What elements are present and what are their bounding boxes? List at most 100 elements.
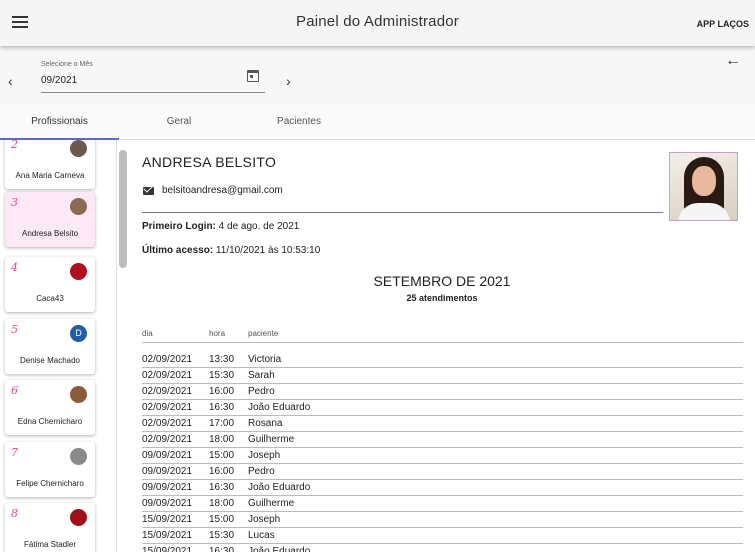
cell-paciente: Lucas [248, 530, 275, 541]
card-number: 2 [11, 140, 18, 151]
professional-card[interactable]: 3 Andresa Belsito [5, 192, 95, 247]
month-toolbar: ‹ Selecione o Mês 09/2021 › ← [0, 46, 755, 104]
app-bar: Painel do Administrador APP LAÇOS [0, 0, 755, 46]
cell-dia: 15/09/2021 [142, 546, 193, 552]
cell-hora: 16:30 [209, 402, 235, 413]
cell-hora: 17:00 [209, 418, 235, 429]
cell-paciente: João Eduardo [248, 546, 311, 552]
card-name: Andresa Belsito [21, 229, 79, 238]
month-title: SETEMBRO DE 2021 [373, 273, 511, 289]
professional-card[interactable]: 6 Edna Chernicharo [5, 380, 95, 435]
table-row: 15/09/2021 16:30 João Eduardo [142, 544, 743, 552]
card-number: 5 [11, 323, 18, 336]
card-name: Fátima Stadler [23, 540, 77, 549]
back-arrow-icon[interactable]: ← [725, 52, 741, 70]
month-field-label: Selecione o Mês [41, 61, 93, 68]
cell-hora: 18:00 [209, 498, 235, 509]
cell-dia: 02/09/2021 [142, 418, 193, 429]
table-row: 02/09/2021 18:00 Guilherme [142, 432, 743, 448]
table-row: 02/09/2021 16:00 Pedro [142, 384, 743, 400]
table-row: 02/09/2021 13:30 Victoria [142, 352, 743, 368]
last-access-value: 11/10/2021 às 10:53:10 [213, 245, 321, 256]
column-header-paciente: paciente [248, 329, 279, 338]
first-login-label: Primeiro Login: [142, 221, 216, 232]
cell-hora: 15:30 [209, 530, 235, 541]
cell-paciente: Joseph [248, 450, 281, 461]
tab-profissionais[interactable]: Profissionais [0, 104, 119, 140]
cell-dia: 02/09/2021 [142, 370, 193, 381]
table-row: 02/09/2021 16:30 João Eduardo [142, 400, 743, 416]
cell-dia: 02/09/2021 [142, 434, 193, 445]
month-field[interactable]: Selecione o Mês 09/2021 [41, 59, 265, 93]
cell-hora: 15:00 [209, 450, 235, 461]
cell-dia: 02/09/2021 [142, 386, 193, 397]
cell-hora: 15:00 [209, 514, 235, 525]
cell-paciente: Sarah [248, 370, 275, 381]
previous-month-button[interactable]: ‹ [8, 73, 13, 89]
divider [142, 212, 663, 213]
cell-hora: 16:30 [209, 546, 235, 552]
table-header-line [142, 342, 743, 343]
tab-bar: Profissionais Geral Pacientes [0, 104, 755, 140]
card-name: Edna Chernicharo [17, 417, 83, 426]
cell-dia: 09/09/2021 [142, 466, 193, 477]
cell-dia: 09/09/2021 [142, 450, 193, 461]
table-row: 02/09/2021 15:30 Sarah [142, 368, 743, 384]
cell-paciente: Guilherme [248, 434, 295, 445]
avatar [70, 140, 87, 157]
tab-geral[interactable]: Geral [119, 104, 239, 140]
table-row: 09/09/2021 15:00 Joseph [142, 448, 743, 464]
cell-paciente: Pedro [248, 466, 275, 477]
column-header-dia: dia [142, 329, 153, 338]
next-month-button[interactable]: › [286, 73, 291, 89]
professional-card[interactable]: 2 Ana Maria Carneva [5, 140, 95, 189]
appointments-count: 25 atendimentos [406, 293, 478, 303]
avatar [70, 386, 87, 403]
professional-card[interactable]: 4 Caca43 [5, 257, 95, 312]
professional-card[interactable]: 8 Fátima Stadler [5, 503, 95, 552]
cell-paciente: João Eduardo [248, 402, 311, 413]
first-login-value: 4 de ago. de 2021 [215, 221, 300, 232]
card-number: 4 [11, 261, 18, 274]
cell-paciente: Pedro [248, 386, 275, 397]
scrollbar-thumb[interactable] [119, 150, 127, 268]
card-name: Ana Maria Carneva [15, 171, 85, 180]
cell-paciente: Joseph [248, 514, 281, 525]
card-name: Felipe Chernicharo [16, 479, 84, 488]
app-lacos-button[interactable]: APP LAÇOS [697, 19, 749, 29]
last-access-label: Último acesso: [142, 245, 214, 256]
table-row: 15/09/2021 15:00 Joseph [142, 512, 743, 528]
professional-email: belsitoandresa@gmail.com [162, 185, 283, 196]
cell-hora: 18:00 [209, 434, 235, 445]
avatar: D [70, 325, 87, 342]
cell-hora: 16:30 [209, 482, 235, 493]
cell-paciente: Guilherme [248, 498, 295, 509]
table-row: 09/09/2021 16:00 Pedro [142, 464, 743, 480]
professional-name: ANDRESA BELSITO [142, 154, 277, 170]
cell-hora: 16:00 [209, 386, 235, 397]
tab-pacientes[interactable]: Pacientes [239, 104, 359, 140]
professional-card[interactable]: 7 Felipe Chernicharo [5, 442, 95, 497]
table-row: 09/09/2021 16:30 João Eduardo [142, 480, 743, 496]
cell-hora: 15:30 [209, 370, 235, 381]
cell-dia: 15/09/2021 [142, 530, 193, 541]
avatar [70, 198, 87, 215]
page-title: Painel do Administrador [295, 13, 460, 30]
profile-photo [669, 152, 738, 221]
month-field-value[interactable]: 09/2021 [41, 75, 77, 86]
table-row: 09/09/2021 18:00 Guilherme [142, 496, 743, 512]
table-row: 02/09/2021 17:00 Rosana [142, 416, 743, 432]
mail-icon [143, 187, 154, 195]
professional-detail: ANDRESA BELSITO belsitoandresa@gmail.com… [130, 140, 755, 552]
last-access: Último acesso: 11/10/2021 às 10:53:10 [142, 245, 320, 256]
card-name: Caca43 [36, 294, 64, 303]
avatar [70, 263, 87, 280]
calendar-icon[interactable] [247, 70, 259, 82]
card-number: 3 [11, 196, 18, 209]
card-number: 6 [11, 384, 18, 397]
cell-dia: 09/09/2021 [142, 498, 193, 509]
cell-hora: 16:00 [209, 466, 235, 477]
professional-card[interactable]: 5 D Denise Machado [5, 319, 95, 374]
sidebar-scrollbar[interactable] [119, 150, 127, 270]
avatar [70, 509, 87, 526]
